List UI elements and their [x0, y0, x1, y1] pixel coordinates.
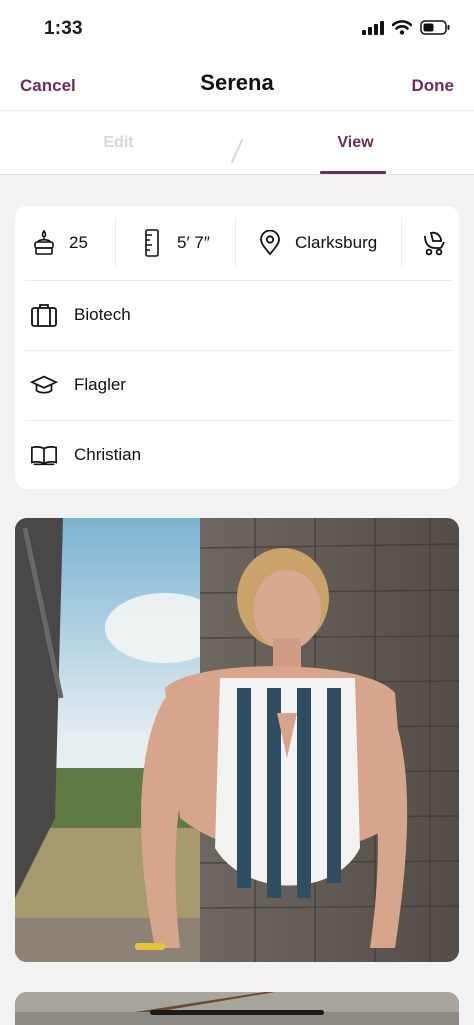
- home-indicator: [150, 1010, 324, 1015]
- signal-icon: [362, 20, 384, 35]
- status-time: 1:33: [44, 18, 83, 39]
- birthday-cake-icon: [30, 229, 58, 257]
- detail-row-religion: Christian: [25, 420, 453, 489]
- religion-value: Christian: [74, 445, 142, 464]
- school-value: Flagler: [74, 375, 126, 394]
- tab-edit[interactable]: Edit: [0, 111, 237, 175]
- tab-view[interactable]: View: [237, 111, 474, 175]
- stat-height: 5′ 7″: [116, 206, 235, 280]
- stat-age: 25: [15, 206, 115, 280]
- stat-location: Clarksburg: [236, 206, 401, 280]
- profile-info-card: 25 5′ 7″ Clarksburg Biotech Flagler Chri…: [15, 206, 459, 489]
- stat-height-value: 5′ 7″: [177, 233, 210, 252]
- stat-age-value: 25: [69, 233, 88, 252]
- baby-stroller-icon: [420, 229, 448, 257]
- stat-location-value: Clarksburg: [295, 233, 378, 252]
- navigation-bar: Cancel Serena Done: [0, 60, 474, 110]
- wifi-icon: [392, 20, 412, 35]
- profile-stats-row[interactable]: 25 5′ 7″ Clarksburg: [15, 206, 459, 280]
- status-bar: 1:33: [0, 0, 474, 60]
- detail-row-school: Flagler: [25, 350, 453, 420]
- profile-photo[interactable]: [15, 992, 459, 1025]
- divider: [0, 174, 474, 175]
- profile-photo[interactable]: [15, 518, 459, 962]
- job-value: Biotech: [74, 305, 131, 324]
- location-pin-icon: [256, 229, 284, 257]
- briefcase-icon: [30, 301, 58, 329]
- ruler-icon: [138, 229, 166, 257]
- done-button[interactable]: Done: [412, 76, 455, 96]
- stat-family-plans: [402, 206, 459, 280]
- book-icon: [30, 441, 58, 469]
- edit-view-tabs: Edit View: [0, 110, 474, 174]
- status-icons: [362, 20, 450, 35]
- battery-icon: [420, 20, 450, 35]
- detail-row-job: Biotech: [25, 280, 453, 350]
- graduation-cap-icon: [30, 371, 58, 399]
- page-title: Serena: [200, 70, 274, 95]
